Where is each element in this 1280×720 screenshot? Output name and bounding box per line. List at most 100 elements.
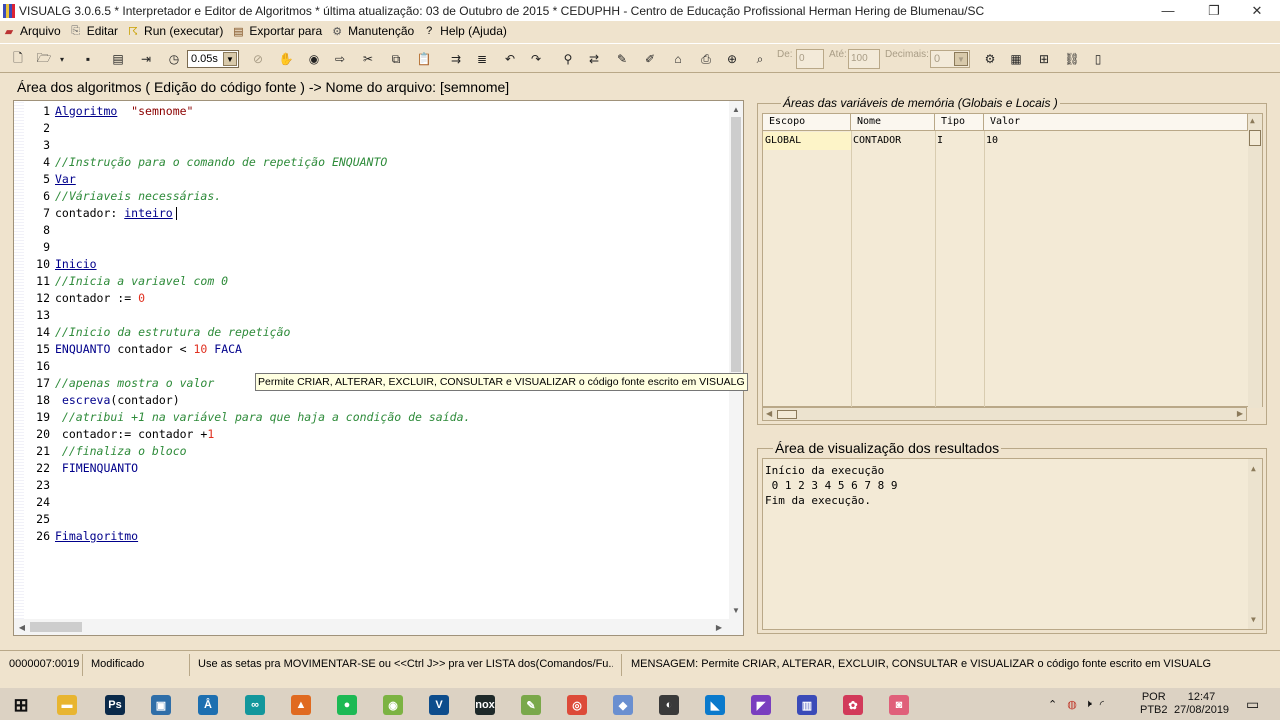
format-icon[interactable]: ≣ — [472, 49, 492, 69]
calculator-icon[interactable]: ▦ — [1006, 49, 1026, 69]
scroll-down-icon[interactable]: ▼ — [729, 603, 743, 617]
code-line[interactable]: 11//Inicia a variavel com 0 — [14, 272, 730, 289]
find-icon[interactable]: ⚲ — [558, 49, 578, 69]
uncomment-icon[interactable]: ✐ — [640, 49, 660, 69]
maximize-button[interactable]: ❐ — [1191, 0, 1237, 21]
taskbar-photoshop[interactable]: Ps — [100, 692, 130, 718]
menu-arquivo[interactable]: ▰ Arquivo — [0, 21, 67, 41]
open-file-icon[interactable]: 🗁 — [34, 49, 54, 69]
taskbar-nox[interactable]: nox — [470, 692, 500, 718]
close-button[interactable]: ✕ — [1234, 0, 1280, 21]
minimize-button[interactable]: — — [1145, 0, 1191, 21]
editor-horizontal-scrollbar[interactable]: ◀ ▶ — [14, 619, 743, 635]
code-line[interactable]: 15 ENQUANTO contador < 10 FACA — [14, 340, 730, 357]
watch-icon[interactable]: ◉ — [304, 49, 324, 69]
code-line[interactable]: 20 contador:= contador +1 — [14, 425, 730, 442]
code-line[interactable]: 3 — [14, 136, 730, 153]
scroll-up-icon[interactable]: ▲ — [1250, 116, 1255, 125]
replace-icon[interactable]: ⇄ — [584, 49, 604, 69]
chevron-up-icon[interactable]: ⌃ — [1048, 698, 1057, 711]
indent-icon[interactable]: ⇉ — [446, 49, 466, 69]
scroll-thumb[interactable] — [731, 117, 741, 372]
code-line[interactable]: 25 — [14, 510, 730, 527]
exit-icon[interactable]: ▯ — [1088, 49, 1108, 69]
editor-vertical-scrollbar[interactable]: ▲ ▼ — [729, 101, 743, 619]
redo-icon[interactable]: ↷ — [526, 49, 546, 69]
network-status-icon[interactable]: ◍ — [1067, 698, 1077, 711]
taskbar-cube[interactable]: ◆ — [608, 692, 638, 718]
decimais-select[interactable]: 0 ▼ — [930, 50, 970, 68]
taskbar-app-flame[interactable]: ▲ — [286, 692, 316, 718]
taskbar-app-box[interactable]: ▣ — [146, 692, 176, 718]
code-line[interactable]: 24 — [14, 493, 730, 510]
taskbar-spotify[interactable]: ● — [332, 692, 362, 718]
menu-exportar[interactable]: ▤ Exportar para — [229, 21, 328, 41]
print-icon[interactable]: ▤ — [108, 49, 128, 69]
cut-icon[interactable]: ✂ — [358, 49, 378, 69]
de-input[interactable]: 0 — [796, 49, 824, 69]
menu-manutencao[interactable]: ⚙ Manutenção — [328, 21, 420, 41]
taskbar-arduino[interactable]: ∞ — [240, 692, 270, 718]
taskbar-chrome[interactable]: ◎ — [562, 692, 592, 718]
code-line[interactable]: 12 contador := 0 — [14, 289, 730, 306]
paste-icon[interactable]: 📋 — [414, 49, 434, 69]
column-header-valor[interactable]: Valor — [984, 114, 1248, 131]
notifications-icon[interactable]: ▭ — [1246, 688, 1259, 720]
scroll-thumb[interactable] — [30, 622, 82, 632]
taskbar-windows-start[interactable]: ⊞ — [6, 692, 36, 718]
code-line[interactable]: 18 escreva(contador) — [14, 391, 730, 408]
scroll-thumb[interactable] — [777, 410, 797, 419]
results-vertical-scrollbar[interactable]: ▲ ▼ — [1248, 459, 1262, 629]
new-file-icon[interactable]: 🗋 — [8, 49, 28, 69]
comment-icon[interactable]: ✎ — [612, 49, 632, 69]
taskbar-android[interactable]: ◉ — [378, 692, 408, 718]
code-line[interactable]: 23 — [14, 476, 730, 493]
menu-editar[interactable]: ⎘ Editar — [67, 21, 124, 41]
code-line[interactable]: 26 Fimalgoritmo — [14, 527, 730, 544]
step-into-icon[interactable]: ⇨ — [330, 49, 350, 69]
taskbar-app-ball[interactable]: ✿ — [838, 692, 868, 718]
open-dropdown-icon[interactable]: ▾ — [56, 49, 68, 69]
code-line[interactable]: 5 Var — [14, 170, 730, 187]
timer-icon[interactable]: ◷ — [164, 49, 184, 69]
code-line[interactable]: 22 FIMENQUANTO — [14, 459, 730, 476]
code-line[interactable]: 4//Instrução para o comando de repetição… — [14, 153, 730, 170]
ate-input[interactable]: 100 — [848, 49, 880, 69]
taskbar-app-a[interactable]: Å — [193, 692, 223, 718]
scroll-down-icon[interactable]: ▼ — [1251, 612, 1256, 627]
language-indicator[interactable]: POR PTB2 — [1140, 688, 1168, 720]
variables-horizontal-scrollbar[interactable]: ◀ ▶ — [762, 407, 1247, 421]
taskbar-notepad[interactable]: ✎ — [516, 692, 546, 718]
code-area[interactable]: 1 Algoritmo "semnome" 2 3 4//Instrução para … — [14, 101, 730, 619]
taskbar-visualg-task[interactable]: ▥ — [792, 692, 822, 718]
code-line[interactable]: 7 contador: inteiro — [14, 204, 730, 221]
menu-help[interactable]: ? Help (Ajuda) — [420, 21, 513, 41]
column-header-nome[interactable]: Nome — [851, 114, 935, 131]
taskbar-visual-studio[interactable]: ◤ — [746, 692, 776, 718]
code-line[interactable]: 2 — [14, 119, 730, 136]
code-line[interactable]: 16 — [14, 357, 730, 374]
copy-icon[interactable]: ⧉ — [386, 49, 406, 69]
hand-icon[interactable]: ✋ — [276, 49, 296, 69]
column-header-tipo[interactable]: Tipo — [935, 114, 984, 131]
menu-run[interactable]: ☈ Run (executar) — [124, 21, 229, 41]
volume-icon[interactable]: 🕨 — [1085, 698, 1092, 711]
taskbar-app-globe[interactable]: ◐ — [654, 692, 684, 718]
variables-vertical-scrollbar[interactable]: ▲ — [1248, 114, 1262, 408]
code-line[interactable]: 9 — [14, 238, 730, 255]
scroll-left-icon[interactable]: ◀ — [766, 409, 772, 418]
zoom-icon[interactable]: ⊕ — [722, 49, 742, 69]
code-line[interactable]: 21 //finaliza o bloco — [14, 442, 730, 459]
taskbar-file-explorer[interactable]: ▬ — [52, 692, 82, 718]
scroll-up-icon[interactable]: ▲ — [1251, 461, 1256, 476]
scroll-right-icon[interactable]: ▶ — [1237, 409, 1243, 418]
taskbar-vscode[interactable]: ◣ — [700, 692, 730, 718]
taskbar-visualg-v[interactable]: V — [424, 692, 454, 718]
scroll-left-icon[interactable]: ◀ — [15, 620, 29, 634]
printer-icon[interactable]: ⎙ — [696, 49, 716, 69]
link-icon[interactable]: ⛓ — [1062, 49, 1082, 69]
bookmark-icon[interactable]: ⌂ — [668, 49, 688, 69]
scroll-up-icon[interactable]: ▲ — [729, 102, 743, 116]
save-icon[interactable]: ▪ — [78, 49, 98, 69]
speed-select[interactable]: 0.05s ▼ — [187, 50, 239, 68]
